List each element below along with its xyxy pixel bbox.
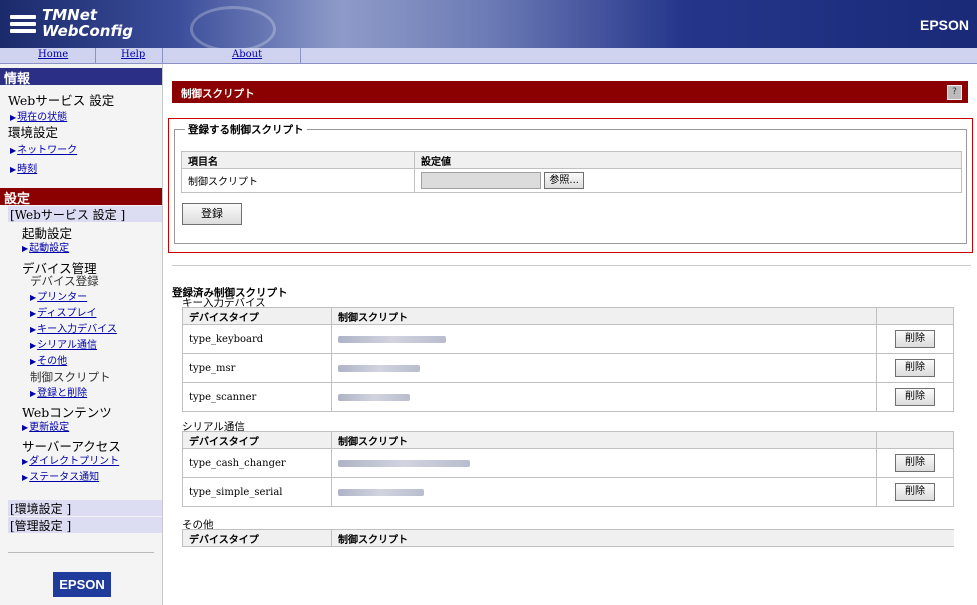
update-settings-link[interactable]: 更新設定 [22,418,69,433]
delete-button[interactable]: 削除 [895,330,935,348]
delete-button[interactable]: 削除 [895,483,935,501]
app-title-line1: TMNet [42,6,98,24]
register-script-section: 登録する制御スクリプト 項目名 設定値 制御スクリプト 参照... 登録 [168,118,973,253]
table-row: type_simple_serial 削除 [182,477,954,507]
table-row: type_cash_changer 削除 [182,448,954,478]
display-link[interactable]: ディスプレイ [30,304,96,319]
browse-button[interactable]: 参照... [544,172,585,189]
col-device-type-header: デバイスタイプ [182,529,332,547]
col-script-header: 制御スクリプト [331,307,877,325]
epson-logo: EPSON [53,572,111,597]
home-link[interactable]: Home [38,49,68,60]
device-type-cell: type_simple_serial [182,477,332,507]
tmnet-mark-icon [10,12,36,36]
section-divider [172,265,971,266]
startup-settings-link[interactable]: 起動設定 [22,239,69,254]
status-notify-link[interactable]: ステータス通知 [22,468,99,483]
sidebar: 情報 Webサービス 設定 現在の状態 環境設定 ネットワーク 時刻 設定 [W… [0,64,163,605]
admin-settings-band[interactable]: [管理設定 ] [8,517,162,533]
info-header: 情報 [0,68,162,87]
col-item-header: 項目名 [181,151,415,169]
col-device-type-header: デバイスタイプ [182,307,332,325]
device-type-cell: type_keyboard [182,324,332,354]
device-registration-label: デバイス登録 [30,274,99,288]
control-script-row-label: 制御スクリプト [181,168,415,193]
blurred-script-name [338,393,410,401]
device-type-cell: type_scanner [182,382,332,412]
page-title: 制御スクリプト [181,88,255,100]
file-path-field[interactable] [421,172,541,189]
blurred-script-name [338,459,470,467]
register-delete-link[interactable]: 登録と削除 [30,384,87,399]
current-status-link[interactable]: 現在の状態 [10,108,67,123]
env-settings-label: 環境設定 [8,125,59,140]
blurred-script-name [338,488,424,496]
blurred-script-name [338,335,446,343]
epson-brand: EPSON [919,17,969,33]
col-value-header: 設定値 [414,151,962,169]
help-link[interactable]: Help [121,49,145,60]
col-action-header [876,307,954,325]
register-table: 項目名 設定値 制御スクリプト 参照... [181,151,962,193]
tmnet-logo: TMNet WebConfig [6,4,156,44]
web-service-settings-label: Webサービス 設定 [8,93,115,108]
header-banner: TMNet WebConfig EPSON [0,0,977,52]
sidebar-divider [8,552,154,553]
app-title-line2: WebConfig [42,22,134,40]
device-type-cell: type_msr [182,353,332,383]
direct-print-link[interactable]: ダイレクトプリント [22,452,119,467]
key-input-table: デバイスタイプ 制御スクリプト type_keyboard 削除 type_ms… [182,307,954,412]
page-title-bar: 制御スクリプト ? [172,81,968,103]
col-script-header: 制御スクリプト [331,431,877,449]
other-table: デバイスタイプ 制御スクリプト [182,529,954,547]
table-row: type_keyboard 削除 [182,324,954,354]
clock-link[interactable]: 時刻 [10,160,37,175]
delete-button[interactable]: 削除 [895,388,935,406]
delete-button[interactable]: 削除 [895,454,935,472]
register-button[interactable]: 登録 [182,203,242,225]
col-script-header: 制御スクリプト [331,529,954,547]
printer-link[interactable]: プリンター [30,288,87,303]
env-settings-band[interactable]: [環境設定 ] [8,500,162,516]
serial-table: デバイスタイプ 制御スクリプト type_cash_changer 削除 typ… [182,431,954,507]
help-icon[interactable]: ? [947,85,962,100]
serial-comm-link[interactable]: シリアル通信 [30,336,97,351]
control-script-label: 制御スクリプト [30,370,111,384]
banner-decoration [190,6,276,52]
table-row: type_scanner 削除 [182,382,954,412]
register-legend: 登録する制御スクリプト [185,122,307,137]
top-nav: Home Help About [0,48,977,64]
network-link[interactable]: ネットワーク [10,141,77,156]
register-fieldset: 登録する制御スクリプト 項目名 設定値 制御スクリプト 参照... 登録 [174,122,967,244]
other-link[interactable]: その他 [30,352,67,367]
col-device-type-header: デバイスタイプ [182,431,332,449]
delete-button[interactable]: 削除 [895,359,935,377]
about-link[interactable]: About [232,49,262,60]
settings-header: 設定 [0,188,162,207]
col-action-header [876,431,954,449]
device-type-cell: type_cash_changer [182,448,332,478]
table-row: type_msr 削除 [182,353,954,383]
key-input-device-link[interactable]: キー入力デバイス [30,320,117,335]
web-service-band[interactable]: [Webサービス 設定 ] [8,206,162,222]
blurred-script-name [338,364,420,372]
